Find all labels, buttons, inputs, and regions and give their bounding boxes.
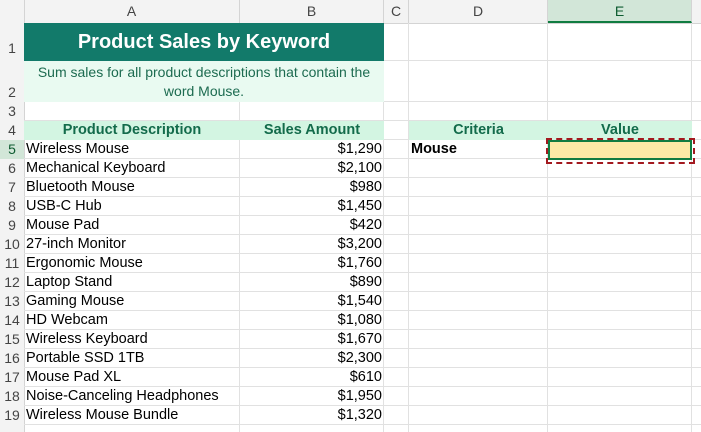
product-cell[interactable]: Noise-Canceling Headphones bbox=[24, 387, 240, 406]
product-cell[interactable]: Portable SSD 1TB bbox=[24, 349, 240, 368]
sales-cell[interactable]: $610 bbox=[240, 368, 384, 387]
sales-cell[interactable]: $420 bbox=[240, 216, 384, 235]
sales-cell[interactable]: $980 bbox=[240, 178, 384, 197]
column-header-c[interactable]: C bbox=[384, 0, 409, 23]
sales-cell[interactable]: $1,760 bbox=[240, 254, 384, 273]
gridline bbox=[547, 23, 548, 432]
row-header-19[interactable]: 19 bbox=[0, 406, 24, 425]
row-header-17[interactable]: 17 bbox=[0, 368, 24, 387]
row-header-10[interactable]: 10 bbox=[0, 235, 24, 254]
row-header-1[interactable]: 1 bbox=[0, 23, 24, 61]
product-cell[interactable]: Wireless Mouse bbox=[24, 140, 240, 159]
column-header-e[interactable]: E bbox=[548, 0, 692, 23]
product-cell[interactable]: USB-C Hub bbox=[24, 197, 240, 216]
product-cell[interactable]: HD Webcam bbox=[24, 311, 240, 330]
sales-cell[interactable]: $1,670 bbox=[240, 330, 384, 349]
row-header-5[interactable]: 5 bbox=[0, 140, 24, 159]
row-header-13[interactable]: 13 bbox=[0, 292, 24, 311]
row-header-2[interactable]: 2 bbox=[0, 61, 24, 102]
row-header-18[interactable]: 18 bbox=[0, 387, 24, 406]
product-cell[interactable]: Gaming Mouse bbox=[24, 292, 240, 311]
header-sales-amount[interactable]: Sales Amount bbox=[240, 121, 384, 140]
gridline bbox=[691, 23, 692, 432]
spreadsheet: A B C D E 1 2 3 4 5 6 7 8 9 10 11 12 13 … bbox=[0, 0, 701, 432]
product-cell[interactable]: Wireless Mouse Bundle bbox=[24, 406, 240, 425]
row-header-15[interactable]: 15 bbox=[0, 330, 24, 349]
select-all-corner[interactable] bbox=[0, 0, 25, 23]
column-header-d[interactable]: D bbox=[409, 0, 548, 23]
sales-cell[interactable]: $1,290 bbox=[240, 140, 384, 159]
product-cell[interactable]: 27-inch Monitor bbox=[24, 235, 240, 254]
product-cell[interactable]: Bluetooth Mouse bbox=[24, 178, 240, 197]
row-header-bar: 1 2 3 4 5 6 7 8 9 10 11 12 13 14 15 16 1… bbox=[0, 23, 25, 432]
sales-cell[interactable]: $1,950 bbox=[240, 387, 384, 406]
row-header-4[interactable]: 4 bbox=[0, 121, 24, 140]
sales-cell[interactable]: $1,320 bbox=[240, 406, 384, 425]
product-cell[interactable]: Ergonomic Mouse bbox=[24, 254, 240, 273]
sheet-subtitle[interactable]: Sum sales for all product descriptions t… bbox=[24, 61, 384, 102]
row-header-12[interactable]: 12 bbox=[0, 273, 24, 292]
criteria-cell[interactable]: Mouse bbox=[409, 140, 548, 159]
row-header-9[interactable]: 9 bbox=[0, 216, 24, 235]
header-value[interactable]: Value bbox=[548, 121, 692, 140]
sales-cell[interactable]: $1,450 bbox=[240, 197, 384, 216]
product-cell[interactable]: Laptop Stand bbox=[24, 273, 240, 292]
row-header-11[interactable]: 11 bbox=[0, 254, 24, 273]
row-header-6[interactable]: 6 bbox=[0, 159, 24, 178]
sales-cell[interactable]: $2,300 bbox=[240, 349, 384, 368]
sales-cell[interactable]: $1,080 bbox=[240, 311, 384, 330]
sales-cell[interactable]: $890 bbox=[240, 273, 384, 292]
product-cell[interactable]: Wireless Keyboard bbox=[24, 330, 240, 349]
product-cell[interactable]: Mouse Pad bbox=[24, 216, 240, 235]
sales-cell[interactable]: $1,540 bbox=[240, 292, 384, 311]
active-value-cell[interactable] bbox=[548, 140, 692, 160]
product-cell[interactable]: Mechanical Keyboard bbox=[24, 159, 240, 178]
sheet-title[interactable]: Product Sales by Keyword bbox=[24, 23, 384, 61]
sales-cell[interactable]: $3,200 bbox=[240, 235, 384, 254]
gridline bbox=[408, 23, 409, 432]
header-product-description[interactable]: Product Description bbox=[24, 121, 240, 140]
sales-cell[interactable]: $2,100 bbox=[240, 159, 384, 178]
column-header-b[interactable]: B bbox=[240, 0, 384, 23]
row-header-8[interactable]: 8 bbox=[0, 197, 24, 216]
row-header-7[interactable]: 7 bbox=[0, 178, 24, 197]
column-header-bar: A B C D E bbox=[0, 0, 701, 24]
product-cell[interactable]: Mouse Pad XL bbox=[24, 368, 240, 387]
column-header-a[interactable]: A bbox=[24, 0, 240, 23]
header-criteria[interactable]: Criteria bbox=[409, 121, 548, 140]
row-header-3[interactable]: 3 bbox=[0, 102, 24, 121]
row-header-16[interactable]: 16 bbox=[0, 349, 24, 368]
row-header-14[interactable]: 14 bbox=[0, 311, 24, 330]
